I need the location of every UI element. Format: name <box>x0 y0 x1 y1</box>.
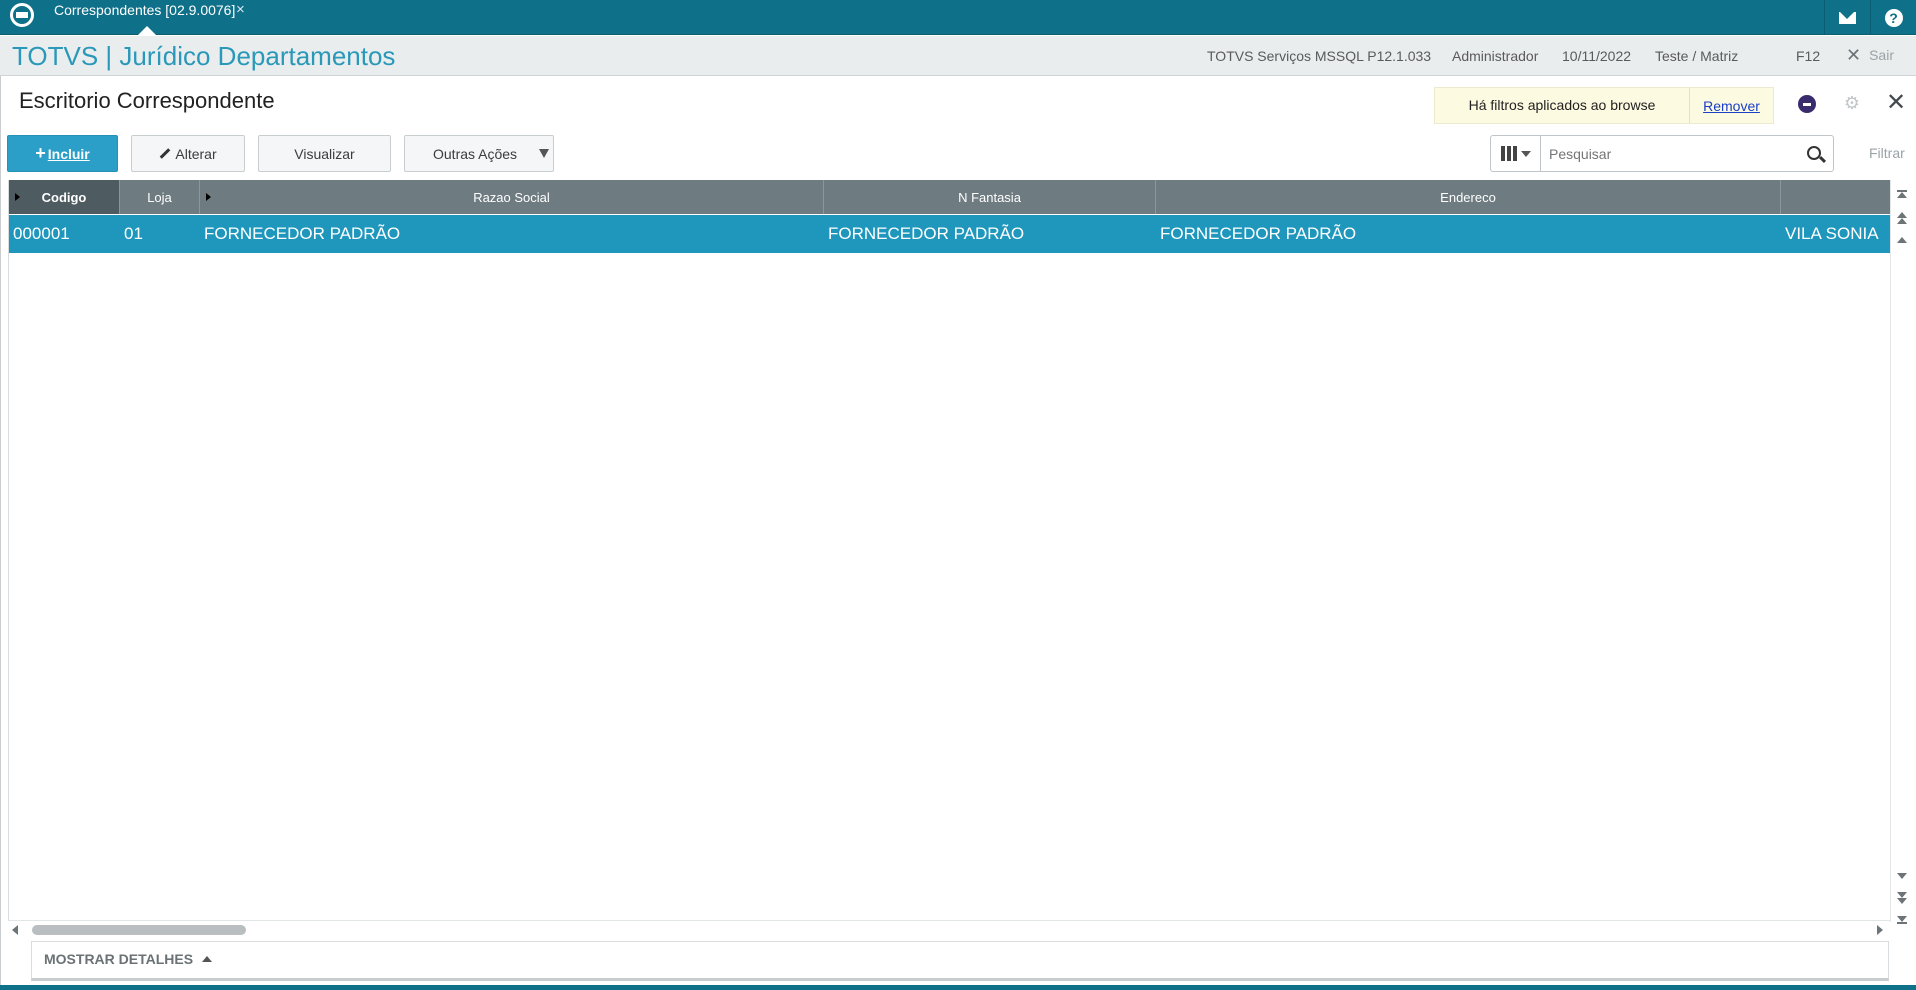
scroll-bottom-button[interactable] <box>1894 910 1910 930</box>
help-button[interactable]: ? <box>1870 0 1916 35</box>
show-details-toggle[interactable]: MOSTRAR DETALHES <box>44 951 213 967</box>
more-actions-label: Outras Ações <box>433 145 518 162</box>
mail-icon <box>1839 11 1856 24</box>
exit-label: Sair <box>1869 47 1894 63</box>
search-input[interactable] <box>1541 136 1799 171</box>
data-grid: Codigo Loja Razao Social N Fantasia Ende… <box>8 180 1891 920</box>
sort-indicator-icon <box>15 193 20 201</box>
details-panel[interactable]: MOSTRAR DETALHES <box>31 941 1889 981</box>
scroll-left-icon[interactable] <box>12 925 18 935</box>
column-label: Razao Social <box>473 189 550 205</box>
page-title: Escritorio Correspondente <box>19 88 275 113</box>
column-header-endereco[interactable]: Endereco <box>1156 180 1781 214</box>
column-header-extra[interactable] <box>1781 180 1891 214</box>
edit-label: Alterar <box>175 145 217 162</box>
scroll-right-icon[interactable] <box>1877 925 1883 935</box>
columns-icon <box>1500 146 1517 161</box>
close-icon[interactable]: ✕ <box>1886 90 1906 116</box>
left-border <box>0 76 1 990</box>
totvs-logo-icon[interactable] <box>10 3 34 27</box>
date-label[interactable]: 10/11/2022 <box>1562 48 1631 64</box>
help-icon: ? <box>1884 8 1903 27</box>
scroll-top-button[interactable] <box>1894 184 1910 204</box>
filter-notice-text: Há filtros aplicados ao browse <box>1435 88 1690 123</box>
cell-razao-social: FORNECEDOR PADRÃO <box>204 224 401 243</box>
more-actions-button[interactable]: Outras Ações <box>404 135 554 172</box>
environment-label: TOTVS Serviços MSSQL P12.1.033 <box>1207 48 1432 64</box>
column-label: Codigo <box>41 189 87 205</box>
grid-header: Codigo Loja Razao Social N Fantasia Ende… <box>9 180 1891 214</box>
horizontal-scrollbar[interactable] <box>8 920 1890 938</box>
column-header-n-fantasia[interactable]: N Fantasia <box>824 180 1156 214</box>
scroll-down-button[interactable] <box>1894 866 1910 886</box>
dropdown-arrow-icon <box>539 149 549 158</box>
filter-notice: Há filtros aplicados ao browse Remover <box>1434 87 1774 124</box>
table-row[interactable]: 000001 01 FORNECEDOR PADRÃO FORNECEDOR P… <box>9 215 1891 253</box>
add-button[interactable]: + Incluir <box>7 135 118 172</box>
column-expand-icon <box>206 193 211 201</box>
cell-loja: 01 <box>124 224 143 243</box>
exit-button[interactable]: ✕ Sair <box>1846 45 1894 65</box>
top-bar: Correspondentes [02.9.0076] × ? <box>0 0 1916 35</box>
mail-button[interactable] <box>1824 0 1870 35</box>
cell-n-fantasia: FORNECEDOR PADRÃO <box>828 224 1025 243</box>
vertical-scrollbar[interactable] <box>1890 180 1912 924</box>
scroll-page-up-button[interactable] <box>1894 208 1910 228</box>
column-header-codigo[interactable]: Codigo <box>9 180 120 214</box>
chevron-down-icon <box>1520 150 1531 157</box>
scroll-page-down-button[interactable] <box>1894 888 1910 908</box>
shortcut-label[interactable]: F12 <box>1796 48 1820 64</box>
filter-button[interactable]: Filtrar <box>1869 145 1905 161</box>
scroll-up-button[interactable] <box>1894 230 1910 250</box>
column-label: Loja <box>147 189 172 205</box>
tab-close-icon[interactable]: × <box>236 1 245 18</box>
horizontal-scroll-thumb[interactable] <box>32 925 246 935</box>
active-tab-caret-icon <box>138 26 156 35</box>
plus-icon: + <box>35 143 46 163</box>
search-box <box>1490 135 1834 172</box>
search-icon[interactable] <box>1799 136 1833 171</box>
smiley-icon[interactable] <box>1798 95 1816 113</box>
edit-button[interactable]: Alterar <box>131 135 245 172</box>
pencil-icon <box>160 148 171 159</box>
bottom-bar <box>0 985 1916 990</box>
branch-label[interactable]: Teste / Matriz <box>1655 48 1738 64</box>
show-details-label: MOSTRAR DETALHES <box>44 951 194 967</box>
tab-label: Correspondentes [02.9.0076] <box>54 2 236 18</box>
gear-icon[interactable]: ⚙ <box>1843 94 1861 112</box>
column-header-razao-social[interactable]: Razao Social <box>200 180 824 214</box>
tab-correspondentes[interactable]: Correspondentes [02.9.0076] <box>46 0 243 35</box>
view-label: Visualizar <box>294 145 355 162</box>
column-label: N Fantasia <box>958 189 1021 205</box>
column-label: Endereco <box>1440 189 1496 205</box>
column-header-loja[interactable]: Loja <box>120 180 200 214</box>
view-button[interactable]: Visualizar <box>258 135 391 172</box>
app-title: TOTVS | Jurídico Departamentos <box>12 41 396 71</box>
app-header: TOTVS | Jurídico Departamentos TOTVS Ser… <box>0 36 1916 76</box>
exit-icon: ✕ <box>1846 45 1862 65</box>
expand-up-icon <box>202 956 213 962</box>
add-label: Incluir <box>47 145 90 162</box>
cell-codigo: 000001 <box>13 224 70 243</box>
column-selector[interactable] <box>1491 136 1541 171</box>
cell-bairro: VILA SONIA <box>1785 224 1879 243</box>
cell-endereco: FORNECEDOR PADRÃO <box>1160 224 1357 243</box>
remove-filter-link[interactable]: Remover <box>1690 98 1773 114</box>
user-label[interactable]: Administrador <box>1452 48 1538 64</box>
